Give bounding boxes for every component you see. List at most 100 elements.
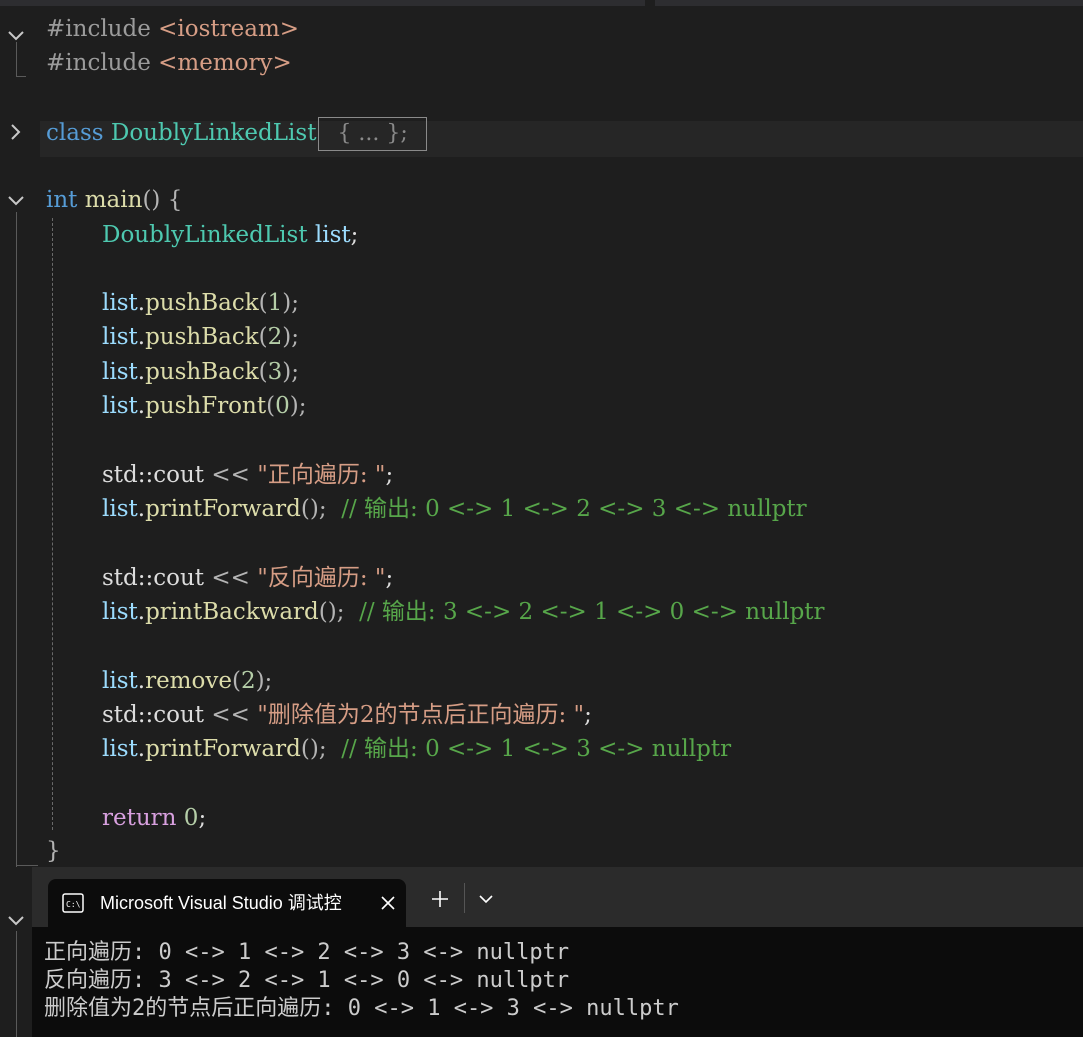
code-line-printbackward: list.printBackward(); // 输出: 3 <-> 2 <->… — [46, 595, 825, 629]
code-line-decl: DoublyLinkedList list; — [46, 218, 358, 252]
code-line-cout-1: std::cout << "正向遍历: "; — [46, 458, 393, 492]
punctuation: } — [46, 838, 61, 864]
function-name: pushBack — [145, 324, 259, 350]
close-icon[interactable] — [378, 893, 398, 913]
code-line-2: #include <memory> — [46, 46, 292, 80]
function-name: pushBack — [145, 359, 259, 385]
punctuation: ; — [385, 565, 394, 591]
code-line-cout-3: std::cout << "删除值为2的节点后正向遍历: "; — [46, 698, 592, 732]
punctuation: ( — [231, 668, 241, 694]
variable: list — [102, 290, 138, 316]
number: 1 — [267, 290, 283, 316]
plus-icon[interactable] — [428, 887, 452, 911]
tab-separator — [464, 883, 465, 913]
fold-guide-main — [16, 212, 17, 868]
punctuation: ); — [282, 359, 300, 385]
punctuation: . — [137, 359, 146, 385]
variable: list — [102, 736, 138, 762]
punctuation: . — [137, 599, 146, 625]
function-name: main — [77, 187, 143, 213]
number: 2 — [240, 668, 256, 694]
fold-guide-includes-end — [16, 76, 26, 77]
include-header: <memory> — [150, 50, 292, 76]
type-name: DoublyLinkedList — [102, 222, 308, 248]
terminal-output-line: 正向遍历: 0 <-> 1 <-> 2 <-> 3 <-> nullptr — [44, 940, 570, 965]
fold-guide-bottom — [16, 931, 17, 1037]
code-line-pushfront: list.pushFront(0); — [46, 389, 306, 423]
function-name: printBackward — [145, 599, 319, 625]
control-keyword: return — [102, 805, 177, 831]
punctuation: . — [137, 736, 146, 762]
punctuation: . — [137, 668, 146, 694]
chevron-down-icon[interactable] — [6, 191, 26, 211]
code-line-printforward-1: list.printForward(); // 输出: 0 <-> 1 <-> … — [46, 492, 807, 526]
terminal-output-line: 反向遍历: 3 <-> 2 <-> 1 <-> 0 <-> nullptr — [44, 968, 570, 993]
terminal-tab[interactable]: C:\ Microsoft Visual Studio 调试控 — [48, 879, 406, 927]
namespace-member: std::cout — [102, 702, 205, 728]
variable: list — [307, 222, 351, 248]
punctuation: . — [137, 496, 146, 522]
punctuation: ); — [282, 290, 300, 316]
chevron-right-icon[interactable] — [6, 122, 26, 142]
string-literal: "删除值为2的节点后正向遍历: " — [257, 702, 585, 728]
punctuation: . — [137, 393, 146, 419]
code-line-pushback-3: list.pushBack(3); — [46, 355, 299, 389]
include-header: <iostream> — [150, 16, 300, 42]
number: 3 — [267, 359, 283, 385]
punctuation: (); — [300, 736, 342, 762]
keyword: class — [46, 120, 104, 146]
variable: list — [102, 393, 138, 419]
punctuation: ( — [258, 359, 268, 385]
variable: list — [102, 359, 138, 385]
debug-console-window[interactable]: C:\ Microsoft Visual Studio 调试控 正向遍历: 0 … — [32, 867, 1083, 1037]
variable: list — [102, 599, 138, 625]
punctuation: ; — [350, 222, 359, 248]
variable: list — [102, 324, 138, 350]
string-literal: "反向遍历: " — [257, 565, 386, 591]
code-line-pushback-1: list.pushBack(1); — [46, 286, 299, 320]
code-line-close: } — [46, 834, 61, 868]
operator: << — [204, 462, 258, 488]
terminal-icon: C:\ — [62, 893, 84, 913]
terminal-tab-title: Microsoft Visual Studio 调试控 — [100, 893, 342, 913]
preprocessor: #include — [46, 16, 151, 42]
chevron-down-icon[interactable] — [476, 889, 496, 909]
code-line-cout-2: std::cout << "反向遍历: "; — [46, 561, 393, 595]
top-tab-strip — [0, 0, 1083, 8]
number: 0 — [275, 393, 290, 419]
string-literal: "正向遍历: " — [257, 462, 386, 488]
preprocessor: #include — [46, 50, 151, 76]
number: 2 — [267, 324, 283, 350]
operator: << — [204, 702, 258, 728]
function-name: printForward — [145, 496, 301, 522]
variable: list — [102, 496, 138, 522]
code-line-pushback-2: list.pushBack(2); — [46, 320, 299, 354]
comment: // 输出: 3 <-> 2 <-> 1 <-> 0 <-> nullptr — [359, 599, 825, 625]
code-line-remove: list.remove(2); — [46, 664, 272, 698]
fold-guide-includes — [16, 42, 17, 76]
top-strip-right — [655, 0, 1083, 6]
function-name: printForward — [145, 736, 301, 762]
code-editor[interactable]: #include <iostream> #include <memory> cl… — [0, 8, 1083, 868]
terminal-output-line: 删除值为2的节点后正向遍历: 0 <-> 1 <-> 3 <-> nullptr — [44, 996, 679, 1021]
comment: // 输出: 0 <-> 1 <-> 2 <-> 3 <-> nullptr — [341, 496, 807, 522]
keyword: int — [46, 187, 78, 213]
punctuation: . — [137, 324, 146, 350]
top-strip-left — [0, 0, 645, 6]
collapsed-region[interactable]: { ... }; — [318, 117, 427, 151]
operator: << — [204, 565, 258, 591]
function-name: pushBack — [145, 290, 259, 316]
chevron-down-icon[interactable] — [6, 911, 26, 931]
variable: list — [102, 668, 138, 694]
function-name: pushFront — [145, 393, 267, 419]
punctuation: ); — [255, 668, 273, 694]
class-name: DoublyLinkedList — [103, 120, 317, 146]
punctuation: (); — [318, 599, 360, 625]
punctuation: ( — [266, 393, 276, 419]
punctuation: () { — [142, 187, 183, 213]
code-line-1: #include <iostream> — [46, 12, 299, 46]
namespace-member: std::cout — [102, 565, 205, 591]
code-line-class: class DoublyLinkedList{ ... }; — [46, 116, 427, 151]
editor-gutter-bottom — [0, 867, 32, 1037]
punctuation: (); — [300, 496, 342, 522]
